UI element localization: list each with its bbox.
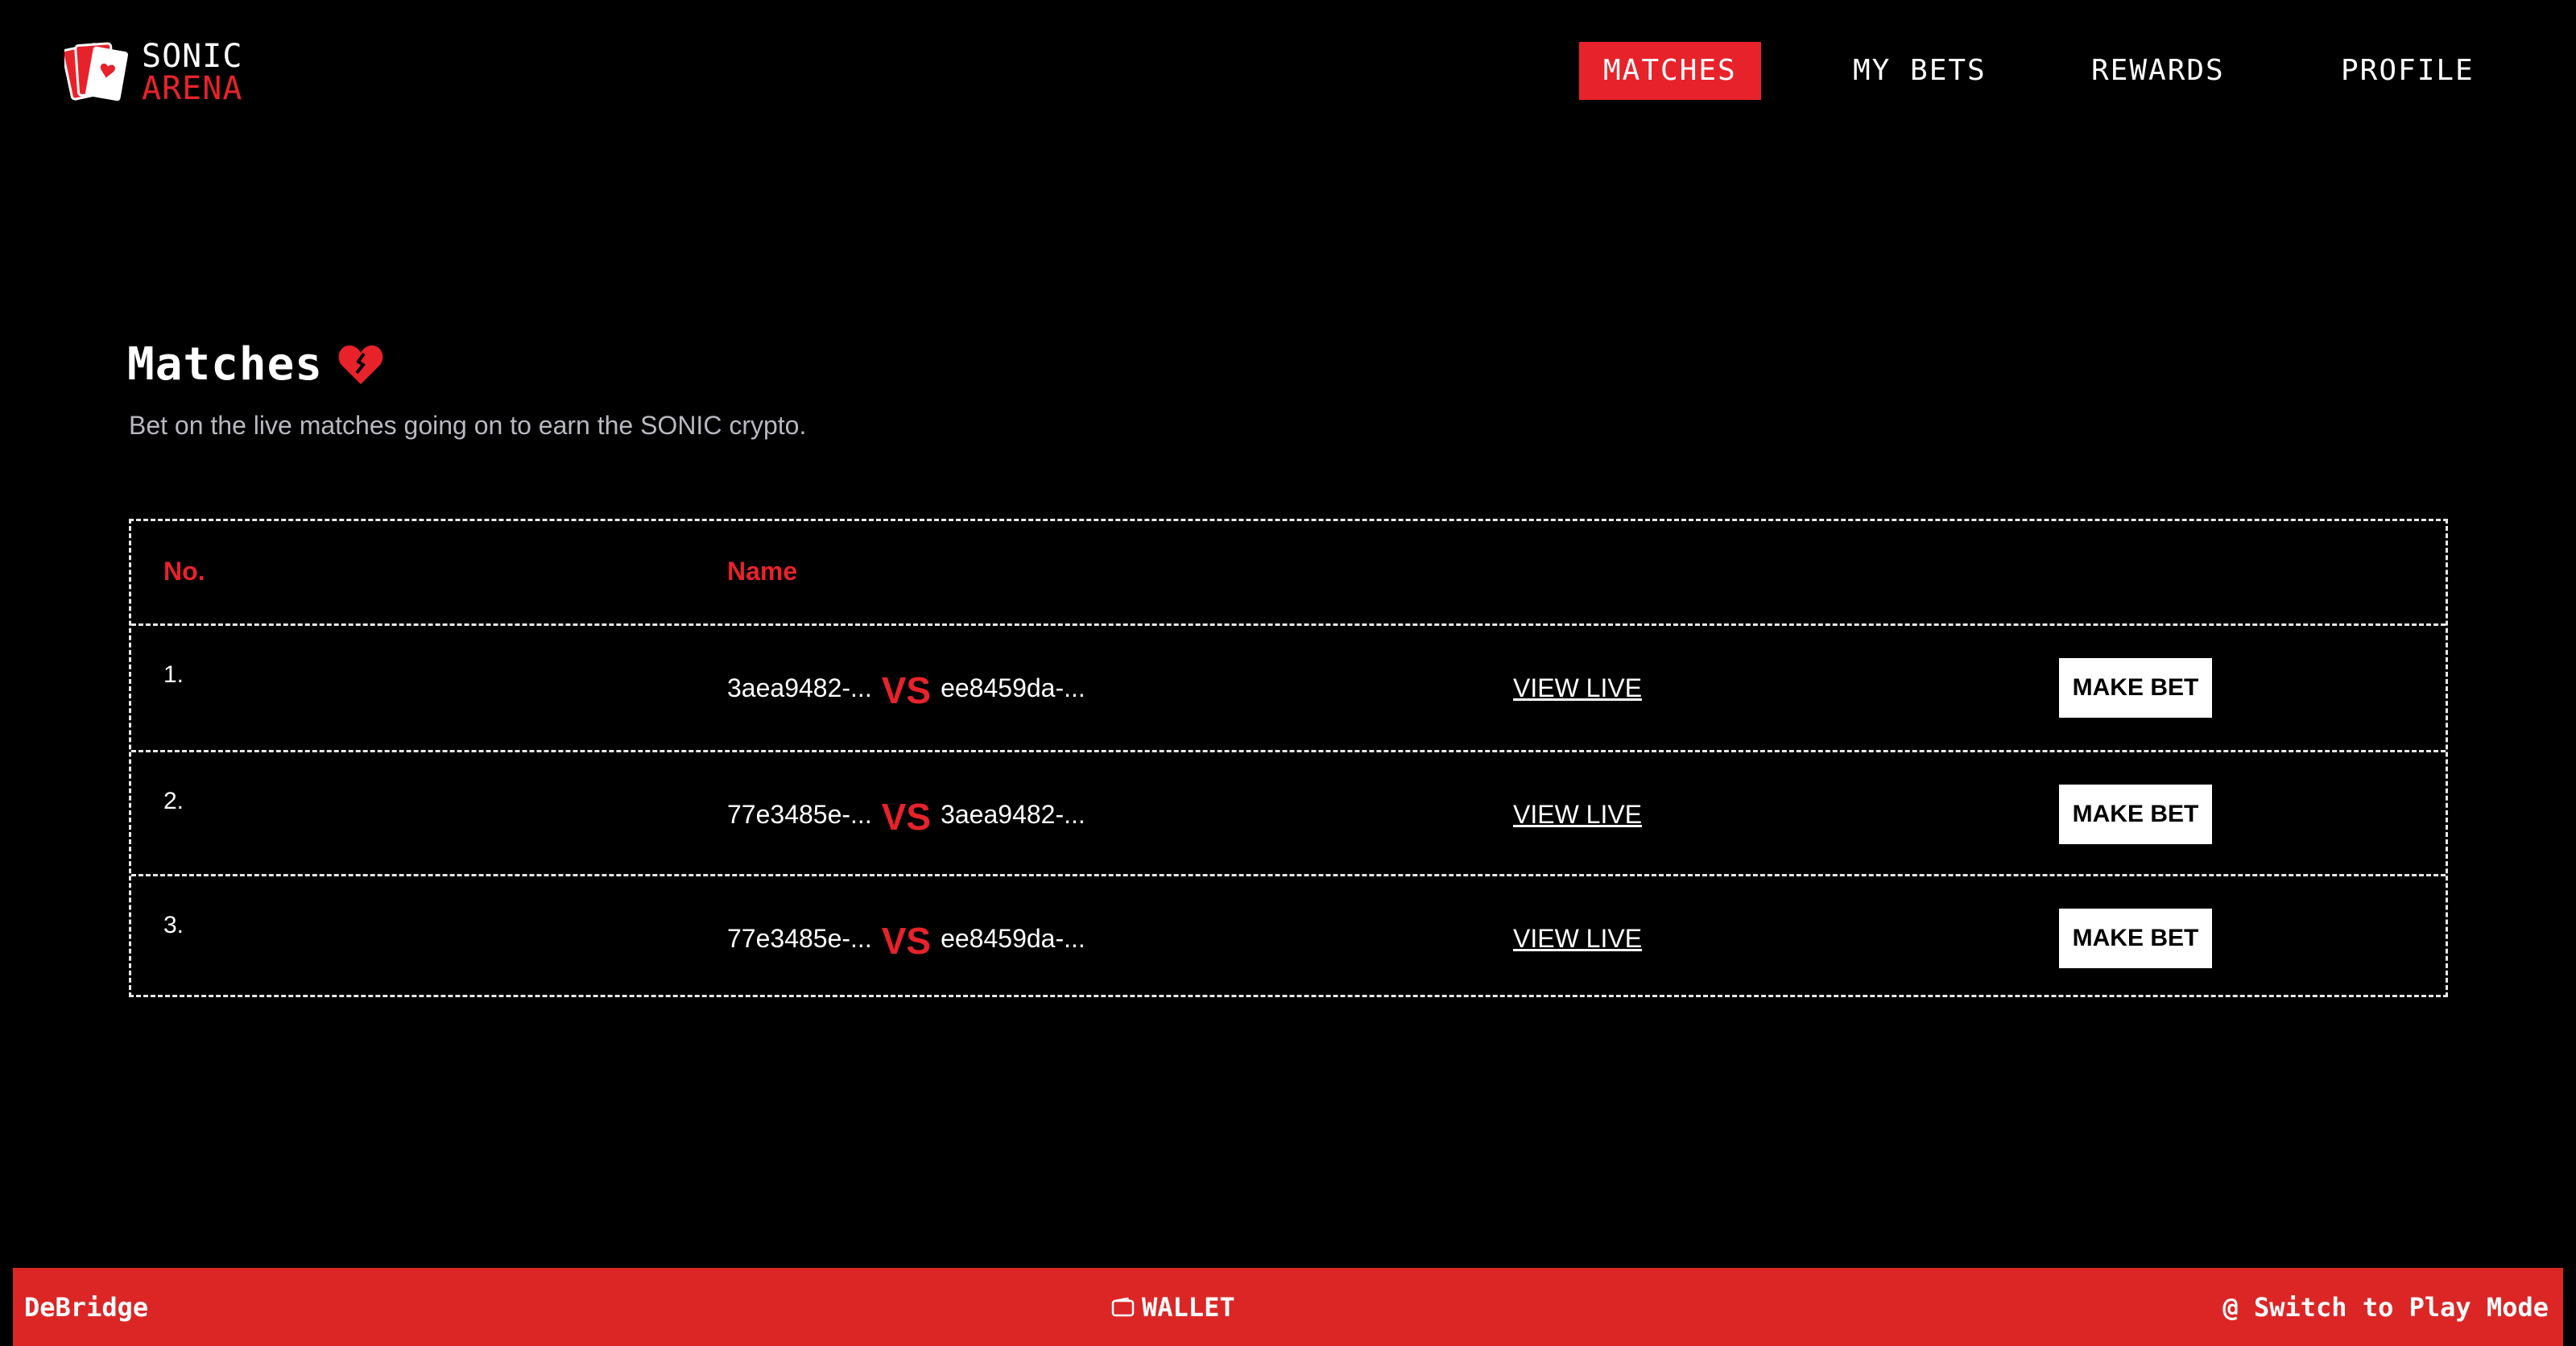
playing-cards-icon xyxy=(64,42,128,101)
heart-icon xyxy=(338,345,383,384)
row-number: 2. xyxy=(163,788,184,814)
player-a: 77e3485e-... xyxy=(727,799,872,829)
page-header: Matches xyxy=(127,338,384,391)
wallet-label: WALLET xyxy=(1142,1291,1235,1323)
make-bet-button[interactable]: MAKE BET xyxy=(2059,785,2212,844)
view-live-link[interactable]: VIEW LIVE xyxy=(1513,626,1642,750)
page: SONIC ARENA MATCHES MY BETS REWARDS PROF… xyxy=(0,0,2576,1346)
make-bet-button[interactable]: MAKE BET xyxy=(2059,658,2212,718)
make-bet-button[interactable]: MAKE BET xyxy=(2059,909,2212,968)
vs-label: VS xyxy=(881,669,932,711)
row-number: 1. xyxy=(163,661,184,688)
nav-item-profile[interactable]: PROFILE xyxy=(2341,42,2475,100)
player-a: 77e3485e-... xyxy=(727,923,872,953)
column-header-name: Name xyxy=(727,557,798,586)
nav-item-my-bets[interactable]: MY BETS xyxy=(1853,42,1987,100)
vs-label: VS xyxy=(881,920,932,962)
player-a: 3aea9482-... xyxy=(727,673,872,702)
view-live-link[interactable]: VIEW LIVE xyxy=(1513,752,1642,876)
debridge-link[interactable]: DeBridge xyxy=(24,1292,148,1323)
match-name: 3aea9482-... VS ee8459da-... xyxy=(727,626,1085,750)
match-name: 77e3485e-... VS ee8459da-... xyxy=(727,876,1085,1000)
table-header: No. Name xyxy=(131,521,2446,626)
player-b: ee8459da-... xyxy=(941,923,1085,953)
vs-label: VS xyxy=(881,796,932,838)
table-row: 2. 77e3485e-... VS 3aea9482-... VIEW LIV… xyxy=(131,750,2446,874)
page-subtitle: Bet on the live matches going on to earn… xyxy=(129,411,807,440)
nav-item-rewards[interactable]: REWARDS xyxy=(2091,42,2225,100)
nav-item-matches[interactable]: MATCHES xyxy=(1579,42,1761,100)
match-name: 77e3485e-... VS 3aea9482-... xyxy=(727,752,1085,876)
player-b: ee8459da-... xyxy=(941,673,1085,702)
player-b: 3aea9482-... xyxy=(941,799,1085,829)
switch-play-mode-link[interactable]: @ Switch to Play Mode xyxy=(2222,1292,2549,1323)
brand-name-top: SONIC xyxy=(142,38,243,75)
wallet-button[interactable]: WALLET xyxy=(1111,1292,1235,1323)
table-row: 3. 77e3485e-... VS ee8459da-... VIEW LIV… xyxy=(131,874,2446,998)
footer-bar: DeBridge WALLET @ Switch to Play Mode xyxy=(13,1268,2563,1346)
column-header-no: No. xyxy=(163,557,205,586)
matches-table: No. Name 1. 3aea9482-... VS ee8459da-...… xyxy=(129,519,2448,997)
view-live-link[interactable]: VIEW LIVE xyxy=(1513,876,1642,1000)
table-row: 1. 3aea9482-... VS ee8459da-... VIEW LIV… xyxy=(131,626,2446,750)
page-title: Matches xyxy=(127,338,324,391)
brand-name-bottom: ARENA xyxy=(142,70,243,107)
row-number: 3. xyxy=(163,912,184,938)
wallet-icon xyxy=(1111,1297,1135,1316)
brand-logo[interactable]: SONIC ARENA xyxy=(64,37,242,108)
